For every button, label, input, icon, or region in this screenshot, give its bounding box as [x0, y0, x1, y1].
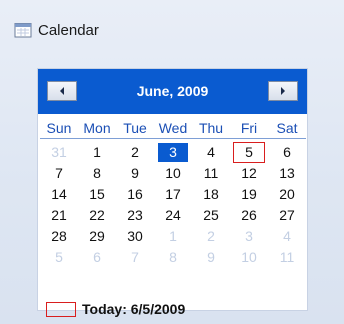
- day-cell[interactable]: 24: [154, 205, 192, 226]
- day-cell[interactable]: 6: [268, 142, 306, 163]
- day-of-week-row: Sun Mon Tue Wed Thu Fri Sat: [40, 119, 306, 139]
- calendar-widget: June, 2009 Sun Mon Tue Wed Thu Fri Sat 3…: [37, 68, 308, 317]
- day-cell[interactable]: 23: [116, 205, 154, 226]
- day-cell[interactable]: 11: [268, 247, 306, 268]
- day-cell[interactable]: 1: [78, 142, 116, 163]
- day-of-week-thu: Thu: [198, 120, 224, 136]
- day-of-week-wed: Wed: [158, 120, 188, 136]
- day-cell[interactable]: 29: [78, 226, 116, 247]
- today-footer: Today: 6/5/2009: [46, 299, 185, 319]
- day-cell[interactable]: 26: [230, 205, 268, 226]
- calendar-icon: [14, 23, 32, 38]
- day-of-week-mon: Mon: [83, 120, 111, 136]
- day-cell[interactable]: 3: [230, 226, 268, 247]
- day-cell[interactable]: 31: [40, 142, 78, 163]
- day-cell[interactable]: 18: [192, 184, 230, 205]
- day-cell[interactable]: 4: [268, 226, 306, 247]
- day-cell[interactable]: 25: [192, 205, 230, 226]
- day-cell[interactable]: 12: [230, 163, 268, 184]
- day-cell[interactable]: 2: [192, 226, 230, 247]
- day-cell[interactable]: 8: [78, 163, 116, 184]
- day-of-week-tue: Tue: [123, 120, 147, 136]
- day-cell[interactable]: 14: [40, 184, 78, 205]
- day-cell[interactable]: 21: [40, 205, 78, 226]
- day-cell[interactable]: 2: [116, 142, 154, 163]
- day-of-week-fri: Fri: [240, 120, 258, 136]
- chevron-right-icon: [281, 87, 285, 95]
- day-cell[interactable]: 13: [268, 163, 306, 184]
- day-cell[interactable]: 1: [154, 226, 192, 247]
- day-cell[interactable]: 11: [192, 163, 230, 184]
- day-cell[interactable]: 15: [78, 184, 116, 205]
- day-cell[interactable]: 17: [154, 184, 192, 205]
- day-of-week-sat: Sat: [276, 120, 298, 136]
- days-grid: 31 1 2 3 4 5 6 7 8 9 10 11 12 13 14 15 16 17 18 19 20 21 22 23 2…: [40, 142, 306, 268]
- day-cell[interactable]: 5: [40, 247, 78, 268]
- day-cell[interactable]: 22: [78, 205, 116, 226]
- day-cell[interactable]: 7: [40, 163, 78, 184]
- chevron-left-icon: [60, 87, 64, 95]
- window-background: Calendar June, 2009 Sun Mon Tue Wed Thu …: [0, 0, 344, 324]
- calendar-heading: Calendar: [14, 18, 99, 42]
- prev-month-button[interactable]: [47, 81, 77, 101]
- day-of-week-sun: Sun: [46, 120, 72, 136]
- day-cell[interactable]: 28: [40, 226, 78, 247]
- day-cell[interactable]: 16: [116, 184, 154, 205]
- day-cell[interactable]: 30: [116, 226, 154, 247]
- day-cell[interactable]: 9: [116, 163, 154, 184]
- day-cell[interactable]: 4: [192, 142, 230, 163]
- day-cell[interactable]: 27: [268, 205, 306, 226]
- day-cell[interactable]: 10: [154, 163, 192, 184]
- today-indicator-box: [46, 301, 76, 317]
- day-cell[interactable]: 6: [78, 247, 116, 268]
- day-cell[interactable]: 10: [230, 247, 268, 268]
- day-cell-selected[interactable]: 3: [158, 143, 188, 162]
- day-cell[interactable]: 8: [154, 247, 192, 268]
- day-cell[interactable]: 19: [230, 184, 268, 205]
- day-cell-today[interactable]: 5: [233, 142, 265, 163]
- today-link[interactable]: Today: 6/5/2009: [82, 301, 185, 317]
- heading-label: Calendar: [38, 21, 99, 39]
- day-cell[interactable]: 9: [192, 247, 230, 268]
- day-cell[interactable]: 20: [268, 184, 306, 205]
- month-title[interactable]: June, 2009: [88, 81, 257, 101]
- calendar-header: June, 2009: [38, 69, 307, 114]
- next-month-button[interactable]: [268, 81, 298, 101]
- day-cell[interactable]: 7: [116, 247, 154, 268]
